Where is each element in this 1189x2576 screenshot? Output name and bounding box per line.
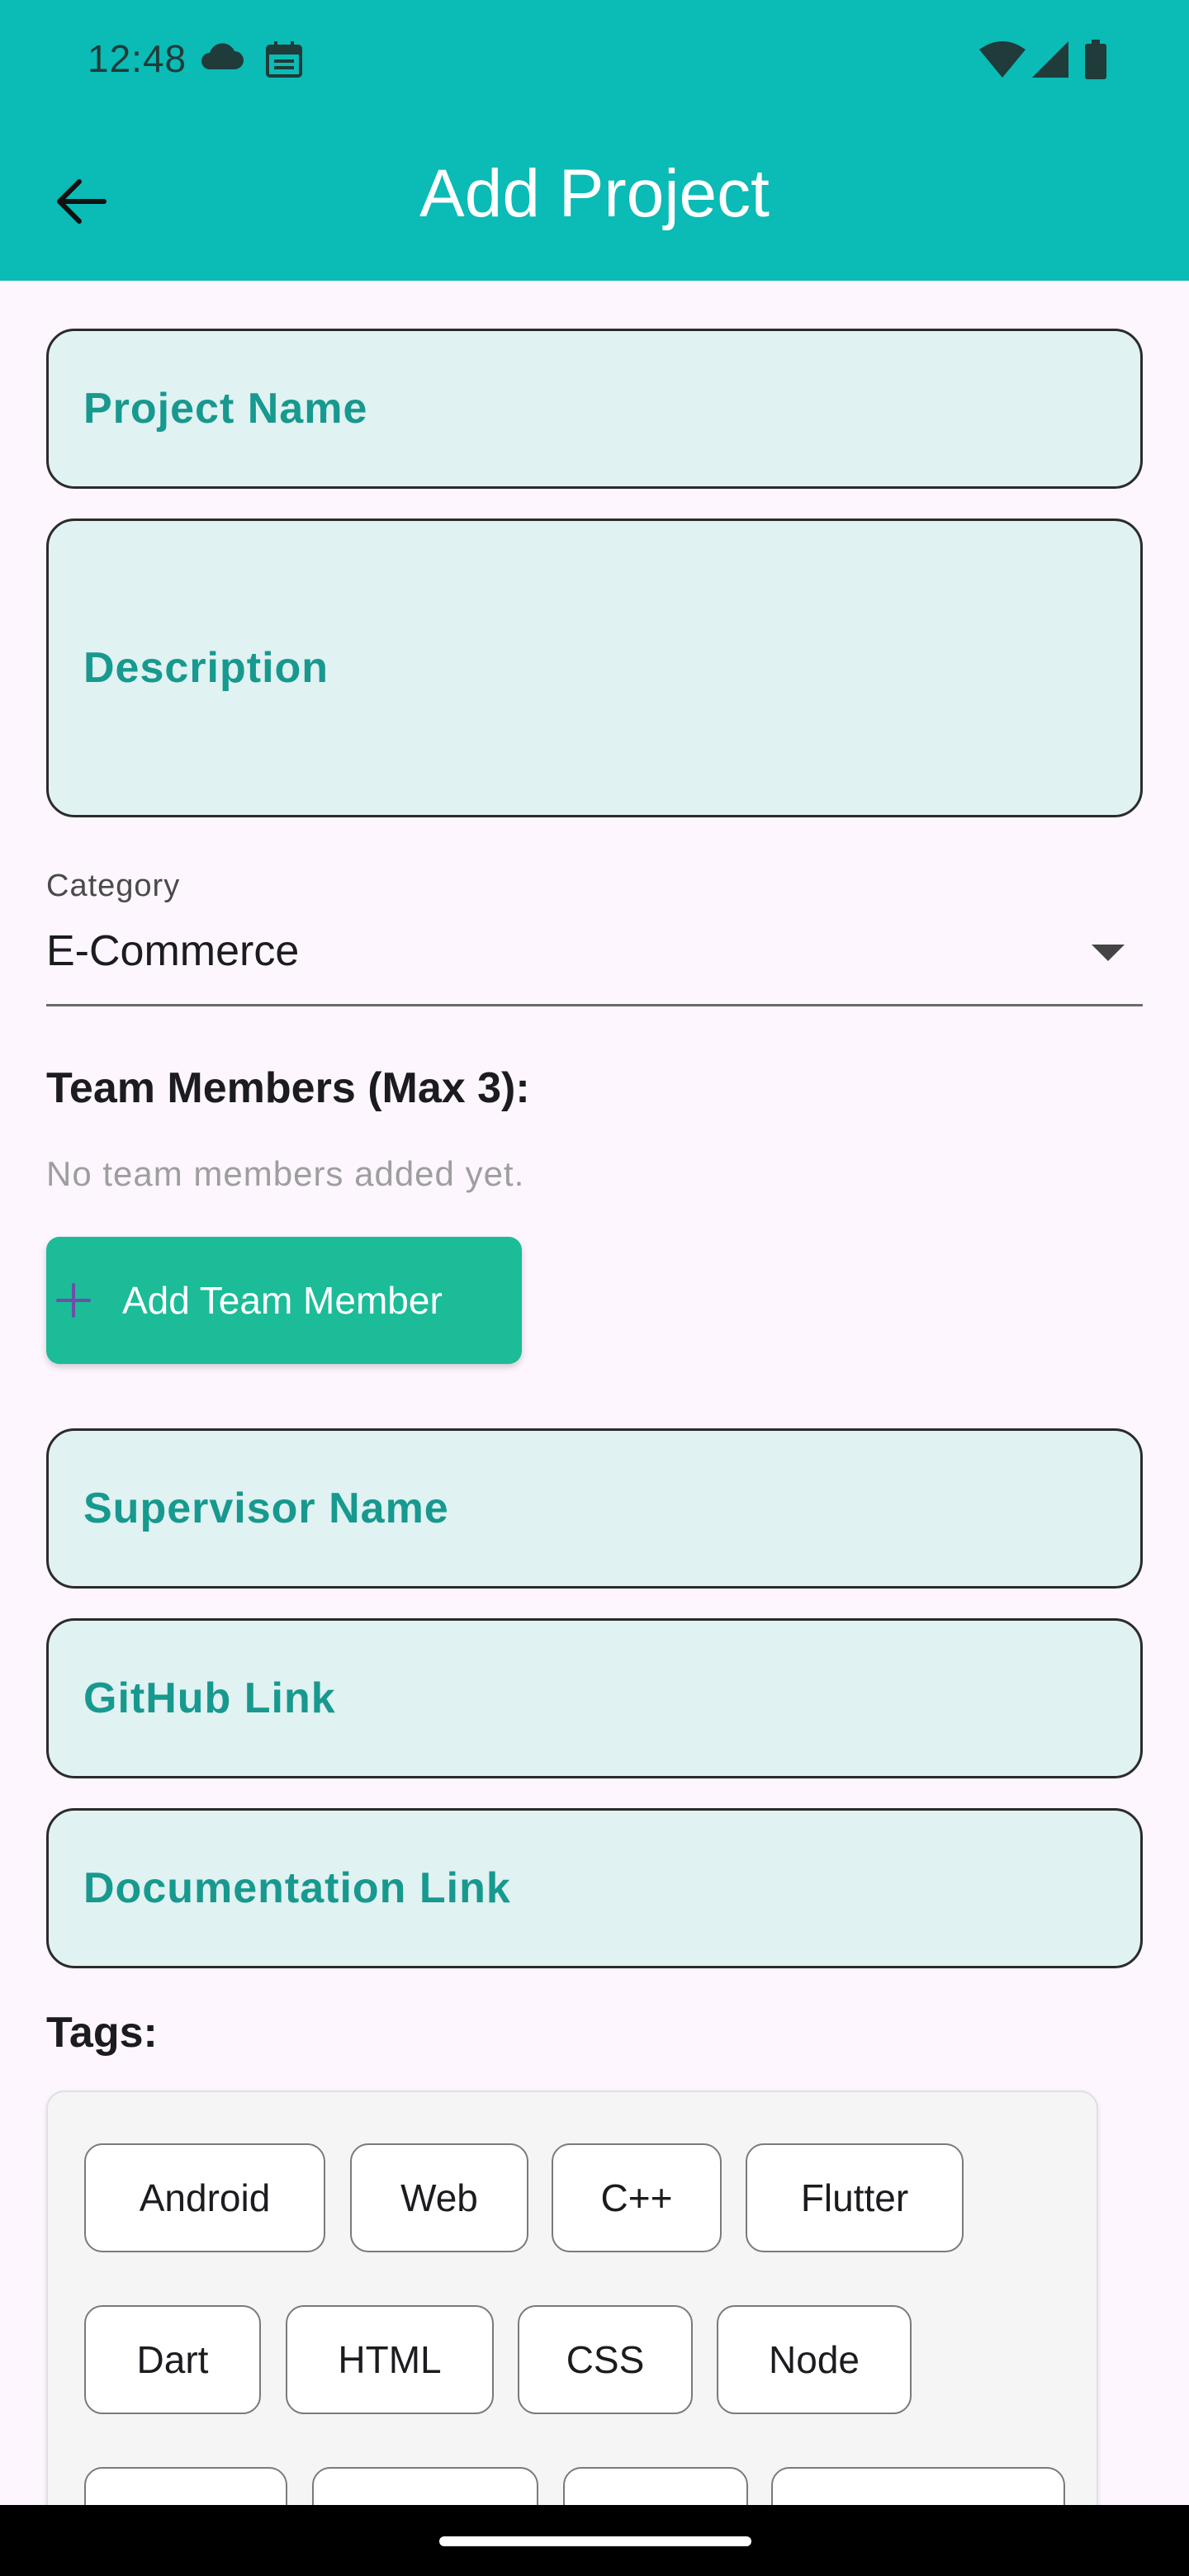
category-label: Category [46, 869, 181, 903]
documentation-link-field[interactable]: Documentation Link [46, 1808, 1143, 1968]
description-label: Description [83, 644, 329, 692]
tag-chip[interactable]: Android [84, 2143, 325, 2252]
dropdown-arrow-icon[interactable] [1092, 943, 1125, 963]
wifi-icon [979, 41, 1026, 78]
description-field[interactable]: Description [46, 519, 1143, 817]
team-members-title: Team Members (Max 3): [46, 1064, 530, 1112]
supervisor-name-field[interactable]: Supervisor Name [46, 1428, 1143, 1589]
status-time: 12:48 [88, 37, 187, 80]
project-name-label: Project Name [83, 385, 368, 433]
github-link-label: GitHub Link [83, 1674, 336, 1722]
gesture-handle[interactable] [439, 2536, 751, 2546]
tag-chip[interactable]: Flutter [746, 2143, 964, 2252]
battery-icon [1085, 40, 1106, 79]
tag-chip[interactable]: Node [717, 2305, 912, 2414]
cloud-icon [201, 43, 244, 69]
github-link-field[interactable]: GitHub Link [46, 1618, 1143, 1778]
tags-card: Android Web C++ Flutter Dart HTML CSS No… [46, 2091, 1098, 2576]
supervisor-name-label: Supervisor Name [83, 1485, 449, 1532]
tag-chip[interactable]: CSS [518, 2305, 693, 2414]
category-value[interactable]: E-Commerce [46, 926, 299, 976]
documentation-link-label: Documentation Link [83, 1864, 511, 1912]
plus-icon [56, 1283, 91, 1318]
project-name-field[interactable]: Project Name [46, 329, 1143, 489]
tag-chip[interactable]: Web [350, 2143, 528, 2252]
tag-chip[interactable]: C++ [552, 2143, 722, 2252]
calendar-icon [266, 41, 302, 78]
signal-icon [1032, 41, 1068, 78]
screen: 12:48 Add Project Project Name Descripti… [0, 0, 1189, 2576]
app-bar: 12:48 Add Project [0, 0, 1189, 281]
add-team-member-label: Add Team Member [122, 1279, 443, 1322]
team-empty-text: No team members added yet. [46, 1154, 525, 1193]
tag-chip[interactable]: HTML [286, 2305, 494, 2414]
tag-chip[interactable]: Dart [84, 2305, 261, 2414]
page-title: Add Project [419, 156, 770, 231]
add-team-member-button[interactable]: Add Team Member [46, 1237, 522, 1364]
tags-title: Tags: [46, 2009, 158, 2057]
system-nav-bar [0, 2505, 1189, 2576]
dropdown-underline [46, 1004, 1143, 1006]
